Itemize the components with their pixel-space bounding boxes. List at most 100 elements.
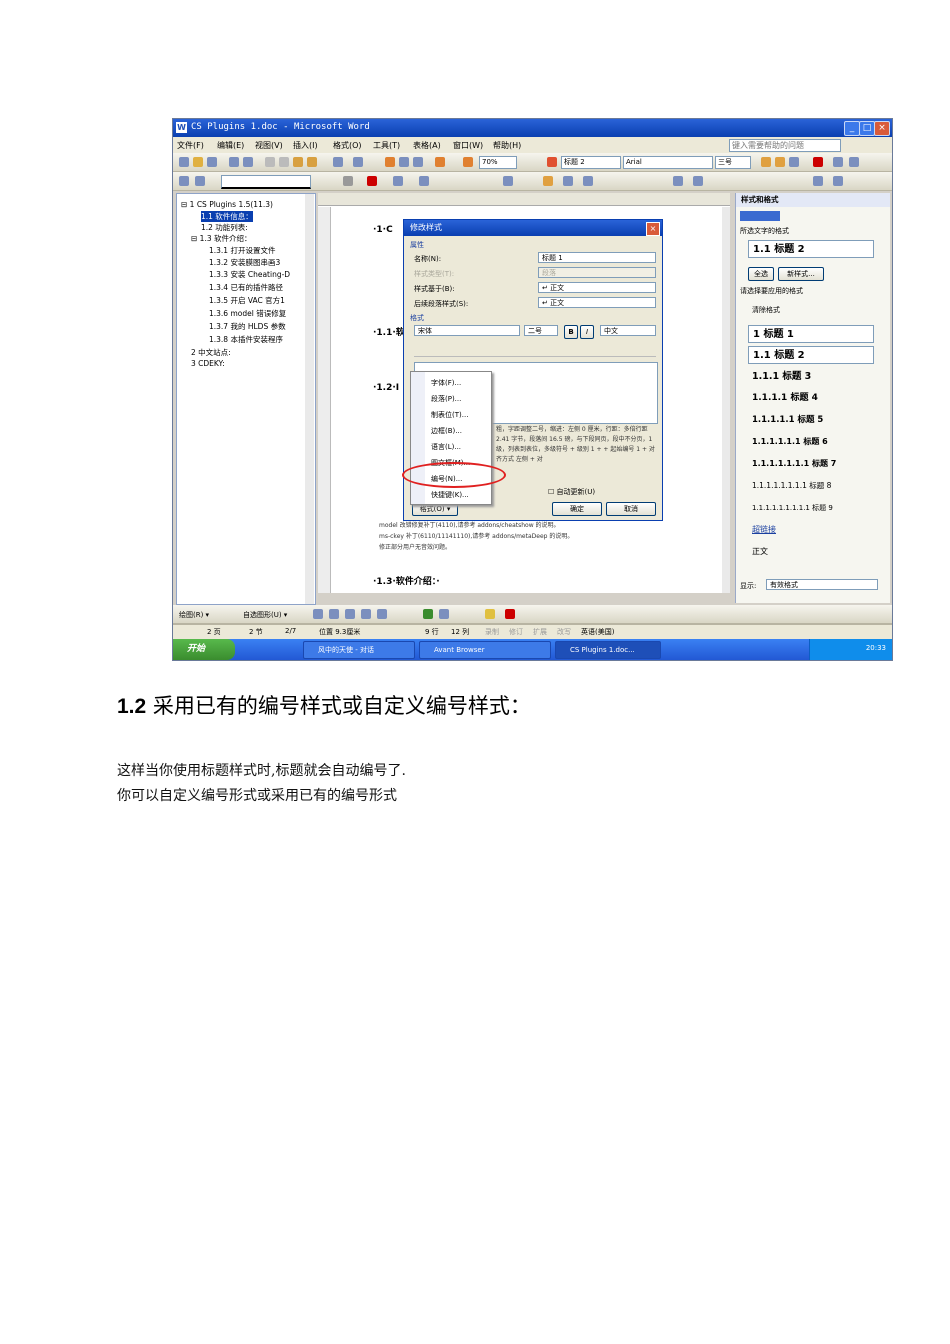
style-item-h3[interactable]: 1.1.1 标题 3 (748, 368, 874, 386)
menu-item-window[interactable]: 窗口(W) (453, 140, 483, 151)
alignment-buttons[interactable] (414, 342, 656, 357)
nav-scrollbar[interactable] (305, 194, 314, 604)
preview-icon[interactable] (243, 157, 253, 167)
cut-icon[interactable] (265, 157, 275, 167)
status-ovr[interactable]: 改写 (557, 627, 571, 637)
style-item-h7[interactable]: 1.1.1.1.1.1.1 标题 7 (748, 455, 874, 473)
cancel-button[interactable]: 取消 (606, 502, 656, 516)
menu-item-help[interactable]: 帮助(H) (493, 140, 521, 151)
next-style-select[interactable]: ↵ 正文 (538, 297, 656, 308)
rectangle-icon[interactable] (345, 609, 355, 619)
undo-icon[interactable] (333, 157, 343, 167)
maximize-button[interactable]: □ (859, 121, 875, 136)
style-item-h1[interactable]: 1 标题 1 (748, 325, 874, 343)
style-item-hyperlink[interactable]: 超链接 (748, 521, 874, 539)
minimize-button[interactable]: _ (844, 121, 860, 136)
italic-toggle[interactable]: I (580, 325, 594, 339)
show-hide-icon[interactable] (463, 157, 473, 167)
border-width-icon[interactable] (343, 176, 353, 186)
styles-pane-icon[interactable] (547, 157, 557, 167)
based-on-select[interactable]: ↵ 正文 (538, 282, 656, 293)
nav-item-selected[interactable]: 1.1 软件信息： (201, 211, 253, 222)
menu-item-border[interactable]: 边框(B)... (431, 426, 462, 436)
menu-item-paragraph[interactable]: 段落(P)... (431, 394, 461, 404)
menu-item-tabs[interactable]: 制表位(T)... (431, 410, 468, 420)
menu-item-edit[interactable]: 编辑(E) (217, 140, 244, 151)
style-name-input[interactable]: 标题 1 (538, 252, 656, 263)
hyperlink-icon[interactable] (385, 157, 395, 167)
oval-icon[interactable] (361, 609, 371, 619)
vertical-ruler[interactable] (318, 207, 331, 593)
menu-item-view[interactable]: 视图(V) (255, 140, 283, 151)
align-grid-icon[interactable] (813, 176, 823, 186)
zoom-select[interactable]: 70% (479, 156, 517, 169)
table-icon[interactable] (503, 176, 513, 186)
taskbar-item[interactable]: 风中的天使 - 对话 (303, 641, 415, 659)
taskpane-nav-buttons[interactable] (740, 211, 780, 221)
taskbar-item[interactable]: Avant Browser (419, 641, 551, 659)
menu-item-language[interactable]: 语言(L)... (431, 442, 461, 452)
redo-icon[interactable] (353, 157, 363, 167)
new-style-button[interactable]: 新样式... (778, 267, 824, 281)
nav-item[interactable]: 1.3.4 已有的插件路径 (209, 282, 283, 293)
picture-icon[interactable] (439, 609, 449, 619)
sort-icon[interactable] (563, 176, 573, 186)
style-item-h9[interactable]: 1.1.1.1.1.1.1.1.1 标题 9 (748, 499, 874, 517)
help-search-input[interactable]: 键入需要帮助的问题 (729, 139, 841, 152)
line-color-icon[interactable] (505, 609, 515, 619)
menu-item-font[interactable]: 字体(F)... (431, 378, 461, 388)
font-select[interactable]: Arial (623, 156, 713, 169)
line-icon[interactable] (313, 609, 323, 619)
doc-scrollbar[interactable] (722, 207, 730, 593)
ok-button[interactable]: 确定 (552, 502, 602, 516)
taskbar-item-active[interactable]: CS Plugins 1.doc... (555, 641, 661, 659)
open-icon[interactable] (193, 157, 203, 167)
print-icon[interactable] (229, 157, 239, 167)
style-item-h6[interactable]: 1.1.1.1.1.1 标题 6 (748, 433, 874, 451)
style-item-h4[interactable]: 1.1.1.1 标题 4 (748, 389, 874, 407)
show-select[interactable]: 有效格式 (766, 579, 878, 590)
save-icon[interactable] (207, 157, 217, 167)
drawing-icon[interactable] (435, 157, 445, 167)
clear-format-item[interactable]: 清除格式 (748, 301, 874, 319)
paste-icon[interactable] (293, 157, 303, 167)
status-trk[interactable]: 修订 (509, 627, 523, 637)
nav-item[interactable]: 1.3.5 开启 VAC 官方1 (209, 295, 285, 306)
style-item-h2[interactable]: 1.1 标题 2 (748, 346, 874, 364)
language-select[interactable]: 中文 (600, 325, 656, 336)
autofit-icon[interactable] (543, 176, 553, 186)
split-icon[interactable] (693, 176, 703, 186)
align-center-icon[interactable] (775, 157, 785, 167)
status-ext[interactable]: 扩展 (533, 627, 547, 637)
textbox-icon[interactable] (377, 609, 387, 619)
nav-item[interactable]: 1.3.8 本插件安装程序 (209, 334, 283, 345)
format-painter-icon[interactable] (307, 157, 317, 167)
nav-item[interactable]: 1.3.2 安装膜图串画3 (209, 257, 280, 268)
autoshape-menu-button[interactable]: 自选图形(U) ▾ (243, 610, 287, 620)
clipart-icon[interactable] (423, 609, 433, 619)
font-select[interactable]: 宋体 (414, 325, 520, 336)
note-icon[interactable] (195, 176, 205, 186)
arrow-icon[interactable] (329, 609, 339, 619)
size-select[interactable]: 二号 (524, 325, 558, 336)
line-style-select[interactable] (221, 175, 311, 189)
copy-icon[interactable] (279, 157, 289, 167)
nav-item[interactable]: 1.3.1 打开设置文件 (209, 245, 275, 256)
nav-item[interactable]: 2 中文站点: (191, 347, 231, 358)
menu-item-format[interactable]: 格式(O) (333, 140, 362, 151)
nav-item[interactable]: 1.3.7 我的 HLDS 参数 (209, 321, 286, 332)
style-item-h8[interactable]: 1.1.1.1.1.1.1.1 标题 8 (748, 477, 874, 495)
tables-icon[interactable] (399, 157, 409, 167)
menu-item-insert[interactable]: 插入(I) (293, 140, 318, 151)
menu-item-shortcut[interactable]: 快捷键(K)... (431, 490, 469, 500)
merge-icon[interactable] (673, 176, 683, 186)
menu-item-table[interactable]: 表格(A) (413, 140, 441, 151)
align-justify-icon[interactable] (789, 157, 799, 167)
border-icon[interactable] (393, 176, 403, 186)
auto-update-checkbox[interactable]: ☐ 自动更新(U) (548, 487, 595, 497)
select-all-button[interactable]: 全选 (748, 267, 774, 281)
nav-item[interactable]: 3 CDEKY: (191, 359, 225, 368)
distribute-icon[interactable] (833, 176, 843, 186)
fill-color-icon[interactable] (485, 609, 495, 619)
sum-icon[interactable] (583, 176, 593, 186)
